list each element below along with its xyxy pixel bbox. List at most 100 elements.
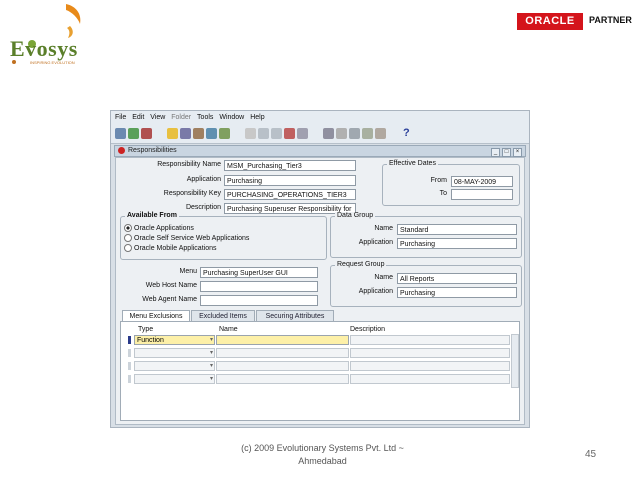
description-cell[interactable] xyxy=(350,374,510,384)
tools-icon[interactable] xyxy=(336,128,347,139)
dropdown-arrow-icon[interactable]: ▾ xyxy=(210,349,213,358)
type-cell[interactable]: Function ▾ xyxy=(134,335,215,345)
request-group-title: Request Group xyxy=(335,261,387,268)
name-cell[interactable] xyxy=(216,335,349,345)
row-indicator[interactable] xyxy=(128,375,131,383)
description-cell[interactable] xyxy=(350,361,510,371)
attachments-icon[interactable] xyxy=(362,128,373,139)
footer-copyright: (c) 2009 Evolutionary Systems Pvt. Ltd ~… xyxy=(220,442,425,468)
name-cell[interactable] xyxy=(216,348,349,358)
help-icon[interactable]: ? xyxy=(403,127,410,139)
edit-field-icon[interactable] xyxy=(323,128,334,139)
available-from-title: Available From xyxy=(125,212,179,219)
menu-bar: File Edit View Folder Tools Window Help xyxy=(111,111,529,125)
menu-edit[interactable]: Edit xyxy=(132,111,144,125)
responsibilities-form: Responsibility Name MSM_Purchasing_Tier3… xyxy=(115,157,525,425)
row-indicator-current[interactable] xyxy=(128,336,131,344)
menu-help[interactable]: Help xyxy=(250,111,264,125)
responsibility-name-label: Responsibility Name xyxy=(157,161,221,168)
radio-mobile-applications[interactable]: Oracle Mobile Applications xyxy=(124,244,217,252)
from-label: From xyxy=(430,177,447,184)
data-group-application-label: Application xyxy=(358,239,393,246)
cut-icon[interactable] xyxy=(245,128,256,139)
type-cell[interactable]: ▾ xyxy=(134,361,215,371)
application-label: Application xyxy=(186,176,221,183)
radio-oracle-applications[interactable]: Oracle Applications xyxy=(124,224,194,232)
name-cell[interactable] xyxy=(216,374,349,384)
dropdown-arrow-icon[interactable]: ▾ xyxy=(210,336,213,345)
folder-tools-icon[interactable] xyxy=(375,128,386,139)
oracle-logo: ORACLE xyxy=(517,13,583,30)
web-agent-name-field[interactable] xyxy=(200,295,318,306)
request-group-application-label: Application xyxy=(358,288,393,295)
web-agent-name-label: Web Agent Name xyxy=(142,296,197,303)
name-cell[interactable] xyxy=(216,361,349,371)
description-cell[interactable] xyxy=(350,348,510,358)
zoom-icon[interactable] xyxy=(206,128,217,139)
menu-window[interactable]: Window xyxy=(219,111,244,125)
copyright-line-2: Ahmedabad xyxy=(298,456,347,466)
application-field[interactable]: Purchasing xyxy=(224,175,356,186)
radio-selected-icon xyxy=(124,224,132,232)
dropdown-arrow-icon[interactable]: ▾ xyxy=(210,362,213,371)
data-group-title: Data Group xyxy=(335,212,376,219)
find-icon[interactable] xyxy=(219,128,230,139)
menu-tools[interactable]: Tools xyxy=(197,111,213,125)
attach-icon[interactable] xyxy=(193,128,204,139)
responsibility-key-label: Responsibility Key xyxy=(163,190,221,197)
from-date-field[interactable]: 08-MAY-2009 xyxy=(451,176,513,187)
column-name-header: Name xyxy=(219,326,238,333)
effective-dates-title: Effective Dates xyxy=(387,160,438,167)
web-host-name-field[interactable] xyxy=(200,281,318,292)
partner-label: PARTNER xyxy=(589,15,632,25)
oracle-forms-window: File Edit View Folder Tools Window Help … xyxy=(110,110,530,428)
maximize-button[interactable]: □ xyxy=(502,148,511,157)
request-group-name-label: Name xyxy=(374,274,393,281)
copyright-line-1: (c) 2009 Evolutionary Systems Pvt. Ltd ~ xyxy=(241,443,404,453)
data-group-name-field[interactable]: Standard xyxy=(397,224,517,235)
column-type-header: Type xyxy=(138,326,154,333)
radio-unselected-icon xyxy=(124,234,132,242)
menu-file[interactable]: File xyxy=(115,111,126,125)
delete-icon[interactable] xyxy=(297,128,308,139)
page-number: 45 xyxy=(585,449,597,460)
window-controls: _ □ × xyxy=(489,147,522,157)
responsibility-key-field[interactable]: PURCHASING_OPERATIONS_TIER3 xyxy=(224,189,356,200)
window-title: Responsibilities xyxy=(128,147,177,154)
request-group-name-field[interactable]: All Reports xyxy=(397,273,517,284)
menu-field[interactable]: Purchasing SuperUser GUI xyxy=(200,267,318,278)
data-group-group xyxy=(330,216,522,258)
copy-icon[interactable] xyxy=(258,128,269,139)
description-label: Description xyxy=(185,204,221,211)
paste-icon[interactable] xyxy=(271,128,282,139)
type-cell[interactable]: ▾ xyxy=(134,374,215,384)
folder-icon[interactable] xyxy=(167,128,178,139)
menu-folder[interactable]: Folder xyxy=(171,111,191,125)
new-icon[interactable] xyxy=(115,128,126,139)
dropdown-arrow-icon[interactable]: ▾ xyxy=(210,375,213,384)
clear-icon[interactable] xyxy=(284,128,295,139)
save-icon[interactable] xyxy=(128,128,139,139)
view-icon[interactable] xyxy=(349,128,360,139)
type-cell[interactable]: ▾ xyxy=(134,348,215,358)
window-title-bar: Responsibilities _ □ × xyxy=(114,145,526,157)
responsibility-name-field[interactable]: MSM_Purchasing_Tier3 xyxy=(224,160,356,171)
description-cell[interactable] xyxy=(350,335,510,345)
row-indicator[interactable] xyxy=(128,349,131,357)
radio-unselected-icon xyxy=(124,244,132,252)
logo-subtext: INSPIRING EVOLUTION xyxy=(30,60,75,65)
data-group-application-field[interactable]: Purchasing xyxy=(397,238,517,249)
close-button[interactable]: × xyxy=(513,148,522,157)
minimize-button[interactable]: _ xyxy=(491,148,500,157)
menu-view[interactable]: View xyxy=(150,111,165,125)
to-date-field[interactable] xyxy=(451,189,513,200)
toolbar: ? xyxy=(111,125,529,144)
row-indicator[interactable] xyxy=(128,362,131,370)
radio-self-service[interactable]: Oracle Self Service Web Applications xyxy=(124,234,249,242)
request-group-application-field[interactable]: Purchasing xyxy=(397,287,517,298)
table-scrollbar[interactable] xyxy=(511,334,519,388)
print-icon[interactable] xyxy=(141,128,152,139)
translate-icon[interactable] xyxy=(180,128,191,139)
column-description-header: Description xyxy=(350,326,386,333)
logo-text: Evosys xyxy=(10,36,78,61)
